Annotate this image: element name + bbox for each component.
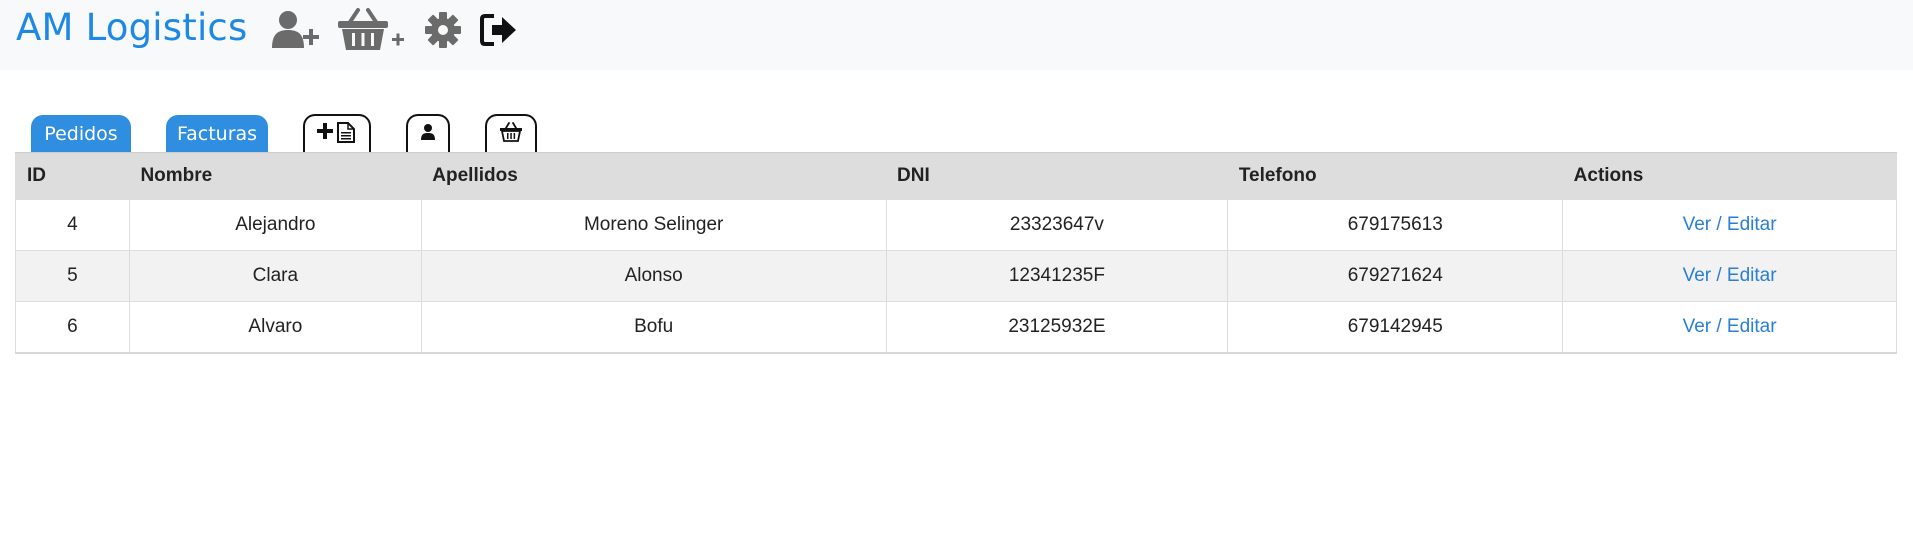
products-tab[interactable] [485, 114, 537, 152]
cell-id: 4 [15, 199, 130, 251]
gear-icon[interactable] [424, 8, 462, 52]
brand-logo[interactable]: AM Logistics [16, 6, 247, 49]
add-user-icon[interactable] [270, 8, 322, 52]
cell-id: 5 [15, 250, 130, 302]
table-header-row: ID Nombre Apellidos DNI Telefono Actions [15, 152, 1897, 200]
header-nombre[interactable]: Nombre [129, 152, 422, 200]
cell-telefono: 679175613 [1227, 199, 1563, 251]
view-edit-link[interactable]: Ver / Editar [1683, 316, 1777, 337]
header-actions: Actions [1562, 152, 1897, 200]
view-edit-link[interactable]: Ver / Editar [1683, 265, 1777, 286]
basket-icon [499, 121, 523, 147]
cell-actions: Ver / Editar [1562, 199, 1897, 251]
cell-id: 6 [15, 301, 130, 354]
cell-nombre: Alejandro [128, 199, 422, 251]
header-dni[interactable]: DNI [886, 152, 1228, 200]
cell-apellidos: Bofu [420, 301, 887, 354]
tab-facturas[interactable]: Facturas [166, 115, 268, 152]
new-invoice-tab[interactable] [303, 114, 371, 152]
header-apellidos[interactable]: Apellidos [421, 152, 887, 200]
view-edit-link[interactable]: Ver / Editar [1683, 214, 1777, 235]
user-icon [420, 123, 436, 146]
cell-dni: 23125932E [885, 301, 1228, 354]
users-tab[interactable] [406, 114, 450, 152]
cell-actions: Ver / Editar [1562, 301, 1897, 354]
cell-telefono: 679142945 [1227, 301, 1563, 354]
header-id[interactable]: ID [15, 152, 130, 200]
add-basket-icon[interactable] [338, 8, 408, 52]
cell-apellidos: Moreno Selinger [420, 199, 887, 251]
cell-dni: 12341235F [885, 250, 1228, 302]
cell-actions: Ver / Editar [1562, 250, 1897, 302]
cell-nombre: Alvaro [128, 301, 422, 354]
header-telefono[interactable]: Telefono [1227, 152, 1563, 200]
table-row: 4 Alejandro Moreno Selinger 23323647v 67… [15, 199, 1897, 251]
table-row: 5 Clara Alonso 12341235F 679271624 Ver /… [15, 250, 1897, 302]
table-row: 6 Alvaro Bofu 23125932E 679142945 Ver / … [15, 301, 1897, 354]
cell-telefono: 679271624 [1227, 250, 1563, 302]
new-invoice-icon [316, 121, 358, 148]
cell-apellidos: Alonso [420, 250, 887, 302]
tab-pedidos[interactable]: Pedidos [31, 115, 131, 152]
top-navbar: AM Logistics [0, 0, 1913, 70]
clients-table: ID Nombre Apellidos DNI Telefono Actions… [15, 152, 1897, 354]
cell-nombre: Clara [128, 250, 422, 302]
cell-dni: 23323647v [885, 199, 1228, 251]
logout-icon[interactable] [480, 8, 518, 52]
